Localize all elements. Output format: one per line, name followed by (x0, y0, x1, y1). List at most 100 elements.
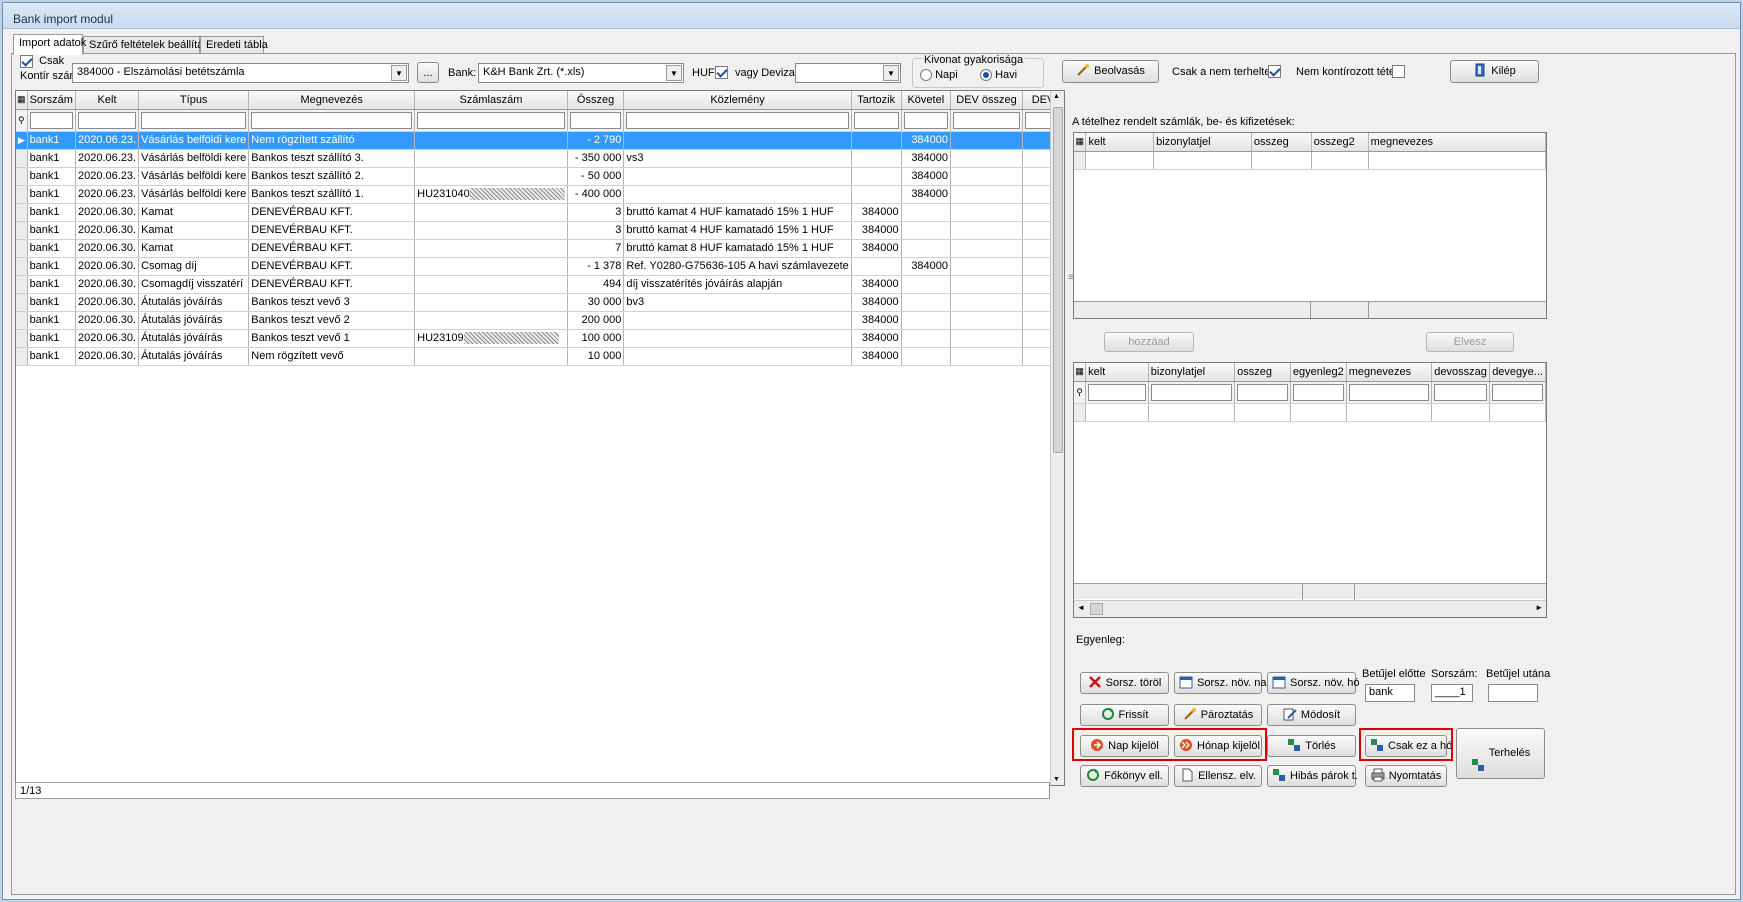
torles-button[interactable]: Törlés (1267, 735, 1356, 757)
table-cell[interactable]: 2020.06.23. (75, 167, 140, 186)
table-cell[interactable]: bank1 (27, 221, 76, 240)
ellensz-elv-button[interactable]: Ellensz. elv. (1174, 765, 1262, 787)
table-cell[interactable] (950, 185, 1024, 204)
table-cell[interactable]: Kamat (138, 239, 250, 258)
balance-grid-empty-row[interactable] (1074, 403, 1546, 422)
column-header[interactable]: egyenleg2 (1290, 363, 1347, 382)
table-cell[interactable]: Csomag díj (138, 257, 250, 276)
row-indicator[interactable] (16, 257, 28, 276)
table-cell[interactable]: 2020.06.30. (75, 347, 140, 366)
table-row[interactable]: bank1 2020.06.30. Átutalás jóváírás Bankos … (16, 311, 1064, 330)
grid-settings-icon[interactable]: ▦ (16, 91, 28, 110)
table-cell[interactable]: 2020.06.23. (75, 149, 140, 168)
column-filter-input[interactable] (623, 109, 852, 132)
table-cell[interactable] (414, 167, 568, 186)
row-indicator[interactable] (16, 185, 28, 204)
table-cell[interactable]: Bankos teszt szállító 3. (248, 149, 416, 168)
table-cell[interactable]: bank1 (27, 167, 76, 186)
table-cell[interactable]: 384000 (851, 221, 902, 240)
column-filter-input[interactable] (1489, 381, 1546, 404)
table-cell[interactable] (901, 311, 952, 330)
table-cell[interactable]: díj visszatérítés jóváírás alapján (623, 275, 852, 294)
table-cell[interactable]: 384000 (851, 239, 902, 258)
table-cell[interactable]: bank1 (27, 329, 76, 348)
csak-checkbox-group[interactable]: Csak (20, 55, 64, 68)
column-filter-input[interactable] (1431, 381, 1491, 404)
kontir-select[interactable]: 384000 - Elszámolási betétszámla ▼ (72, 63, 409, 83)
table-row[interactable]: bank1 2020.06.30. Kamat DENEVÉRBAU KFT. 7 bru… (16, 239, 1064, 258)
table-cell[interactable]: 2020.06.30. (75, 257, 140, 276)
table-cell[interactable] (950, 347, 1024, 366)
table-cell[interactable]: Vásárlás belföldi kere (138, 185, 250, 204)
tab-szuro-feltetelek[interactable]: Szűrő feltételek beállítása (83, 36, 215, 54)
column-filter-input[interactable] (950, 109, 1024, 132)
row-indicator[interactable] (16, 149, 28, 168)
row-indicator[interactable] (16, 293, 28, 312)
column-filter-input[interactable] (901, 109, 952, 132)
main-grid-scroll-thumb[interactable] (1053, 107, 1063, 453)
balance-grid-hscrollbar[interactable]: ◄ ► (1074, 600, 1546, 617)
table-cell[interactable] (901, 203, 952, 222)
table-cell[interactable] (414, 239, 568, 258)
column-header[interactable]: bizonylatjel (1153, 133, 1252, 152)
table-cell[interactable] (950, 167, 1024, 186)
column-header[interactable]: DEV összeg (950, 91, 1024, 110)
table-cell[interactable]: Átutalás jóváírás (138, 329, 250, 348)
table-cell[interactable] (950, 329, 1024, 348)
table-cell[interactable] (414, 221, 568, 240)
tab-eredeti-tabla[interactable]: Eredeti tábla (200, 36, 268, 54)
column-header[interactable]: osszeg (1251, 133, 1312, 152)
table-cell[interactable]: Bankos teszt vevő 3 (248, 293, 416, 312)
napi-radio-group[interactable]: Napi (920, 69, 958, 82)
table-cell[interactable] (901, 329, 952, 348)
table-cell[interactable]: - 2 790 (567, 131, 625, 150)
elvesz-button[interactable]: Elvesz (1426, 332, 1514, 352)
column-filter-input[interactable] (138, 109, 250, 132)
table-cell[interactable] (851, 257, 902, 276)
table-cell[interactable] (901, 347, 952, 366)
table-cell[interactable]: - 350 000 (567, 149, 625, 168)
table-cell[interactable]: 2020.06.23. (75, 131, 140, 150)
table-cell[interactable]: bv3 (623, 293, 852, 312)
column-header[interactable]: megnevezes (1368, 133, 1546, 152)
row-indicator[interactable] (16, 311, 28, 330)
nem-kontirozott-wrap[interactable] (1392, 65, 1405, 78)
table-cell[interactable]: Vásárlás belföldi kere (138, 131, 250, 150)
table-cell[interactable]: 384000 (901, 149, 952, 168)
table-cell[interactable] (414, 257, 568, 276)
table-cell[interactable] (851, 149, 902, 168)
table-cell[interactable] (414, 203, 568, 222)
row-indicator[interactable] (16, 275, 28, 294)
grid-settings-icon[interactable]: ▦ (1074, 133, 1087, 152)
fokonyv-ell-button[interactable]: Főkönyv ell. (1080, 765, 1169, 787)
column-header[interactable]: Típus (138, 91, 250, 110)
terheles-button[interactable]: Terhelés (1456, 728, 1545, 779)
csak-nem-terheltek-checkbox[interactable] (1268, 65, 1281, 78)
table-cell[interactable] (623, 311, 852, 330)
modosit-button[interactable]: Módosít (1267, 704, 1356, 726)
table-row[interactable]: bank1 2020.06.30. Átutalás jóváírás Bankos … (16, 293, 1064, 312)
column-header[interactable]: kelt (1085, 133, 1155, 152)
table-cell[interactable]: 7 (567, 239, 625, 258)
column-filter-input[interactable] (1346, 381, 1433, 404)
table-cell[interactable]: 384000 (851, 275, 902, 294)
grid-settings-icon[interactable]: ▦ (1074, 363, 1087, 382)
chevron-down-icon[interactable]: ▼ (391, 65, 407, 81)
table-cell[interactable]: 2020.06.23. (75, 185, 140, 204)
paroztatas-button[interactable]: Pároztatás (1174, 704, 1262, 726)
table-cell[interactable]: 2020.06.30. (75, 311, 140, 330)
table-cell[interactable]: 200 000 (567, 311, 625, 330)
table-cell[interactable]: 384000 (901, 131, 952, 150)
column-filter-input[interactable] (248, 109, 416, 132)
column-header[interactable]: devegye... (1489, 363, 1546, 382)
main-data-grid[interactable]: ▦ Sorszám Kelt Típus Megnevezés Számlaszám Ös… (15, 90, 1065, 786)
table-cell[interactable]: 384000 (901, 257, 952, 276)
table-cell[interactable]: Átutalás jóváírás (138, 293, 250, 312)
table-cell[interactable]: 384000 (901, 167, 952, 186)
table-row[interactable]: bank1 2020.06.30. Csomagdíj visszatérí DENE… (16, 275, 1064, 294)
table-cell[interactable]: Nem rögzített vevő (248, 347, 416, 366)
table-cell[interactable]: 494 (567, 275, 625, 294)
row-indicator[interactable] (16, 329, 28, 348)
sorsz-nov-ho-button[interactable]: Sorsz. növ. hó (1267, 672, 1360, 694)
balance-items-grid[interactable]: ▦ kelt bizonylatjel osszeg egyenleg2 megnevez… (1073, 362, 1547, 618)
